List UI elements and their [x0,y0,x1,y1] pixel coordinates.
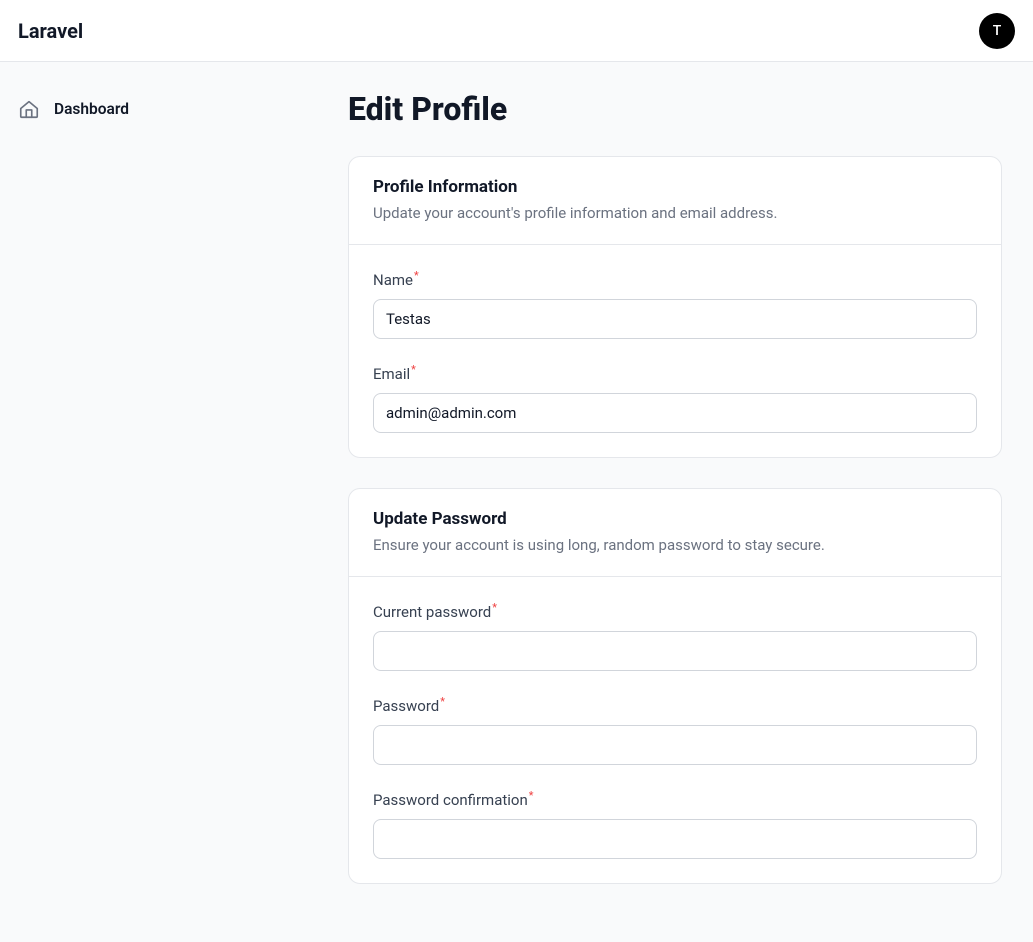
main-content: Edit Profile Profile Information Update … [320,62,1020,942]
form-group-current-password: Current password* [373,601,977,671]
avatar[interactable]: T [979,13,1015,49]
required-marker: * [529,789,534,802]
required-marker: * [440,695,445,708]
form-group-password-confirmation: Password confirmation* [373,789,977,859]
form-group-password: Password* [373,695,977,765]
sidebar-item-label: Dashboard [54,100,129,118]
name-input[interactable] [373,299,977,339]
sidebar-item-dashboard[interactable]: Dashboard [18,90,302,128]
card-title: Update Password [373,509,977,529]
password-confirmation-label: Password confirmation* [373,789,977,809]
update-password-card: Update Password Ensure your account is u… [348,488,1002,884]
card-body: Current password* Password* Password con… [349,577,1001,883]
card-header: Profile Information Update your account'… [349,157,1001,245]
brand-logo[interactable]: Laravel [18,19,83,43]
card-subtitle: Ensure your account is using long, rando… [373,535,977,556]
card-subtitle: Update your account's profile informatio… [373,203,977,224]
card-header: Update Password Ensure your account is u… [349,489,1001,577]
home-icon [18,98,40,120]
card-title: Profile Information [373,177,977,197]
sidebar: Dashboard [0,62,320,942]
required-marker: * [492,601,497,614]
required-marker: * [414,269,419,282]
current-password-label: Current password* [373,601,977,621]
current-password-input[interactable] [373,631,977,671]
header: Laravel T [0,0,1033,62]
password-confirmation-input[interactable] [373,819,977,859]
email-input[interactable] [373,393,977,433]
name-label: Name* [373,269,977,289]
form-group-name: Name* [373,269,977,339]
form-group-email: Email* [373,363,977,433]
page-title: Edit Profile [348,90,1002,128]
email-label: Email* [373,363,977,383]
password-input[interactable] [373,725,977,765]
card-body: Name* Email* [349,245,1001,457]
required-marker: * [411,363,416,376]
profile-information-card: Profile Information Update your account'… [348,156,1002,458]
password-label: Password* [373,695,977,715]
